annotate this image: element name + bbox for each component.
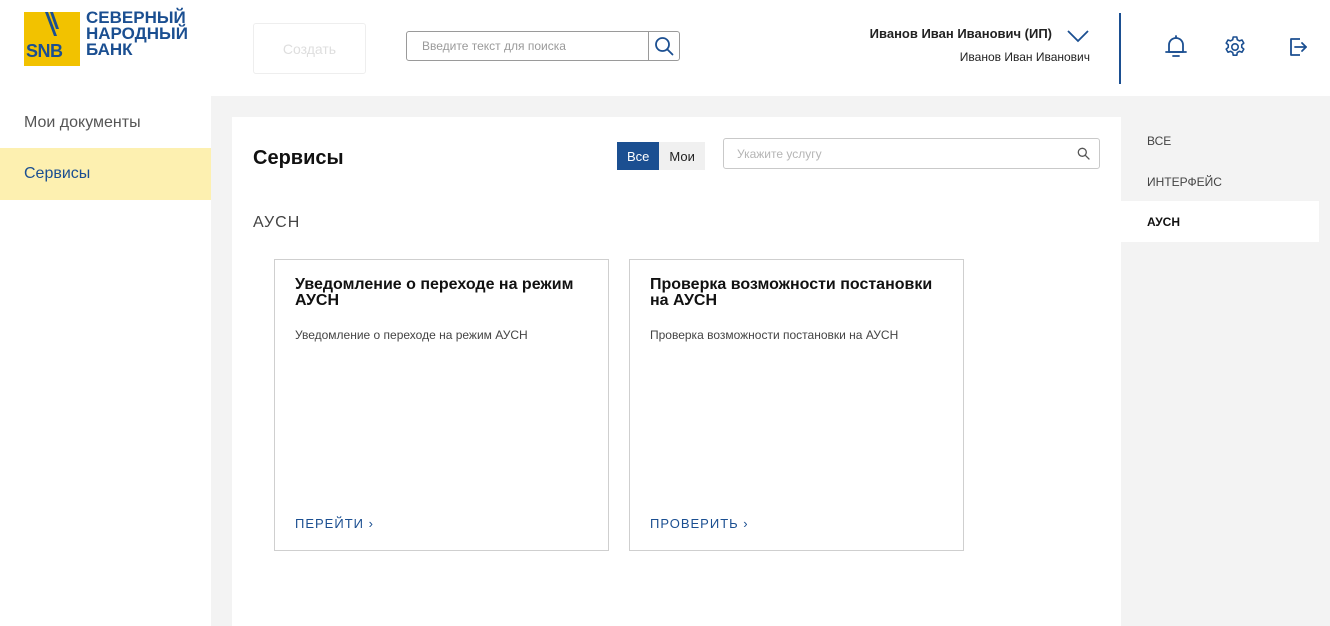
bell-icon[interactable] xyxy=(1164,34,1188,60)
logo-line-3: БАНК xyxy=(86,40,133,59)
services-panel: Сервисы Все Мои АУСН Уведомление о перех… xyxy=(232,117,1121,626)
global-search-input[interactable] xyxy=(407,32,647,60)
create-button[interactable]: Создать xyxy=(253,23,366,74)
user-subtitle: Иванов Иван Иванович xyxy=(959,50,1090,64)
search-icon[interactable] xyxy=(653,35,675,57)
service-card-title: Проверка возможности постановки на АУСН xyxy=(650,276,933,309)
chevron-down-icon[interactable] xyxy=(1066,29,1090,43)
filter-mine-button[interactable]: Мои xyxy=(659,142,705,170)
service-card-description: Проверка возможности постановки на АУСН xyxy=(650,328,899,342)
category-nav: ВСЕ ИНТЕРФЕЙС АУСН xyxy=(1121,117,1319,626)
service-card[interactable]: Уведомление о переходе на режим АУСН Уве… xyxy=(274,259,609,551)
page-title: Сервисы xyxy=(253,147,344,169)
logo-slashes-icon xyxy=(45,12,59,36)
service-search-input[interactable] xyxy=(724,139,1064,168)
section-heading: АУСН xyxy=(253,214,301,231)
service-card[interactable]: Проверка возможности постановки на АУСН … xyxy=(629,259,964,551)
service-card-description: Уведомление о переходе на режим АУСН xyxy=(295,328,528,342)
service-card-check-link[interactable]: ПРОВЕРИТЬ › xyxy=(650,516,749,531)
service-card-title: Уведомление о переходе на режим АУСН xyxy=(295,276,574,309)
global-search xyxy=(406,31,680,61)
category-ausn[interactable]: АУСН xyxy=(1121,201,1319,242)
app-header: SNB СЕВЕРНЫЙ НАРОДНЫЙ БАНК Создать Ивано… xyxy=(0,0,1330,96)
service-card-go-link[interactable]: ПЕРЕЙТИ › xyxy=(295,516,374,531)
logout-icon[interactable] xyxy=(1286,34,1310,60)
category-all[interactable]: ВСЕ xyxy=(1121,120,1319,161)
filter-all-button[interactable]: Все xyxy=(617,142,660,170)
sidebar-item-services[interactable]: Сервисы xyxy=(0,148,211,200)
logo-text: СЕВЕРНЫЙ НАРОДНЫЙ БАНК xyxy=(86,9,188,59)
gear-icon[interactable] xyxy=(1223,34,1247,60)
user-name: Иванов Иван Иванович (ИП) xyxy=(869,26,1052,41)
category-interface[interactable]: ИНТЕРФЕЙС xyxy=(1121,161,1319,202)
user-menu[interactable]: Иванов Иван Иванович (ИП) Иванов Иван Ив… xyxy=(870,26,1090,64)
search-divider xyxy=(648,32,649,60)
search-icon[interactable] xyxy=(1077,147,1090,160)
header-divider xyxy=(1119,13,1121,84)
logo-mark: SNB xyxy=(24,12,80,66)
sidebar-item-my-documents[interactable]: Мои документы xyxy=(0,98,211,148)
bank-logo[interactable]: SNB СЕВЕРНЫЙ НАРОДНЫЙ БАНК xyxy=(24,9,194,72)
left-sidebar: Мои документы Сервисы xyxy=(0,96,211,626)
logo-abbr: SNB xyxy=(26,41,63,61)
service-search xyxy=(723,138,1100,169)
filter-toggle: Все Мои xyxy=(617,142,705,170)
